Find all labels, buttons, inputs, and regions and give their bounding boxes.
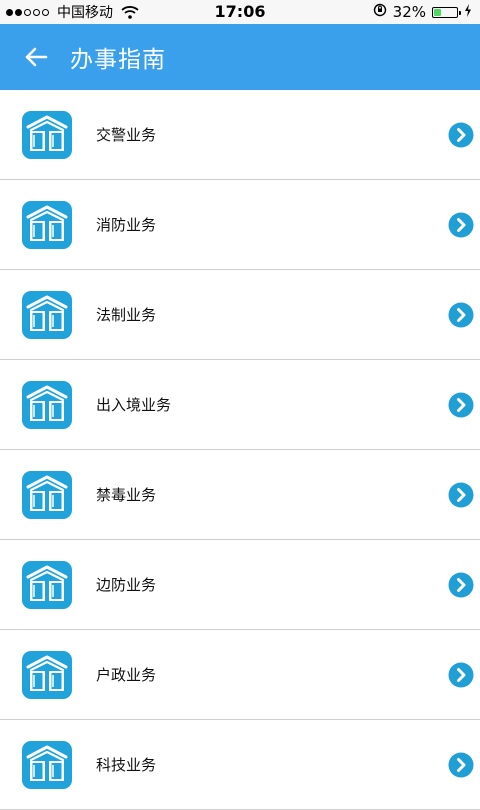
battery-icon (432, 6, 461, 18)
list-item[interactable]: 禁毒业务 (0, 450, 480, 540)
battery-level (434, 8, 442, 16)
book-house-icon (22, 651, 72, 699)
service-list: 交警业务 消防业务 法制业务 出入境业务 禁毒业务 边防业务 户政业务 科技业务 (0, 90, 480, 810)
list-item-label: 法制业务 (96, 306, 157, 324)
list-item-label: 禁毒业务 (96, 486, 157, 504)
list-item[interactable]: 边防业务 (0, 540, 480, 630)
list-item[interactable]: 消防业务 (0, 180, 480, 270)
list-item[interactable]: 交警业务 (0, 90, 480, 180)
charging-icon (464, 3, 472, 21)
list-item[interactable]: 户政业务 (0, 630, 480, 720)
chevron-right-circle-icon[interactable] (448, 122, 474, 148)
battery-percent: 32% (392, 3, 426, 21)
chevron-right-circle-icon[interactable] (448, 212, 474, 238)
list-item[interactable]: 法制业务 (0, 270, 480, 360)
list-item-label: 户政业务 (96, 666, 157, 684)
chevron-right-circle-icon[interactable] (448, 572, 474, 598)
chevron-right-circle-icon[interactable] (448, 302, 474, 328)
chevron-right-circle-icon[interactable] (448, 482, 474, 508)
status-bar: 中国移动 17:06 32% (0, 0, 480, 24)
list-item-label: 消防业务 (96, 216, 157, 234)
back-button[interactable] (12, 33, 60, 81)
list-item-label: 科技业务 (96, 756, 157, 774)
chevron-right-circle-icon[interactable] (448, 752, 474, 778)
list-item-label: 交警业务 (96, 126, 157, 144)
book-house-icon (22, 561, 72, 609)
book-house-icon (22, 741, 72, 789)
status-right: 32% (373, 0, 472, 24)
book-house-icon (22, 111, 72, 159)
list-item-label: 出入境业务 (96, 396, 172, 414)
book-house-icon (22, 471, 72, 519)
book-house-icon (22, 201, 72, 249)
book-house-icon (22, 291, 72, 339)
list-item[interactable]: 出入境业务 (0, 360, 480, 450)
rotation-lock-icon (373, 3, 387, 21)
arrow-left-icon (25, 47, 48, 67)
app-header: 办事指南 (0, 24, 480, 90)
page-title: 办事指南 (70, 47, 166, 73)
chevron-right-circle-icon[interactable] (448, 662, 474, 688)
list-item-label: 边防业务 (96, 576, 157, 594)
book-house-icon (22, 381, 72, 429)
chevron-right-circle-icon[interactable] (448, 392, 474, 418)
list-item[interactable]: 科技业务 (0, 720, 480, 810)
